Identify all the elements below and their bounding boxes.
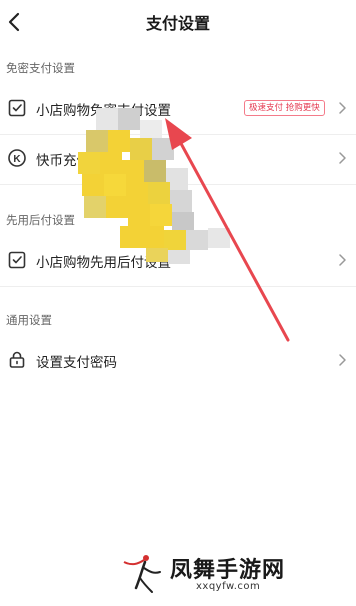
row-kuaibi-recharge[interactable]: K 快币充值 bbox=[0, 134, 356, 184]
row-set-password[interactable]: 设置支付密码 bbox=[0, 336, 356, 386]
section-title-paylater: 先用后付设置 bbox=[6, 213, 75, 227]
lock-icon bbox=[9, 351, 25, 368]
section-title-general: 通用设置 bbox=[6, 313, 52, 327]
row-label: 快币充值 bbox=[36, 153, 90, 169]
row-label: 小店购物免密支付设置 bbox=[36, 103, 171, 119]
speed-pay-badge: 极速支付 抢购更快 bbox=[244, 100, 325, 116]
header: 支付设置 bbox=[0, 0, 356, 44]
watermark-url: xxqyfw.com bbox=[196, 581, 261, 592]
kuaibi-coin-icon: K bbox=[8, 149, 26, 167]
chevron-right-icon bbox=[339, 102, 346, 114]
row-shop-paylater[interactable]: 小店购物先用后付设置 bbox=[0, 236, 356, 286]
watermark-text: 凤舞手游网 bbox=[170, 557, 286, 583]
chevron-right-icon bbox=[339, 152, 346, 164]
divider bbox=[0, 184, 356, 185]
row-label: 小店购物先用后付设置 bbox=[36, 255, 171, 271]
payment-settings-page: 支付设置 免密支付设置 小店购物免密支付设置 极速支付 抢购更快 K 快币充值 … bbox=[0, 0, 356, 606]
row-label: 设置支付密码 bbox=[36, 355, 117, 371]
divider bbox=[0, 286, 356, 287]
section-title-nopass: 免密支付设置 bbox=[6, 61, 75, 75]
chevron-right-icon bbox=[339, 354, 346, 366]
page-title: 支付设置 bbox=[145, 14, 210, 33]
chevron-right-icon bbox=[339, 254, 346, 266]
watermark-logo: 凤舞手游网 xxqyfw.com bbox=[118, 548, 348, 598]
shopping-bag-icon bbox=[8, 251, 26, 269]
dancing-figure-icon bbox=[123, 555, 161, 593]
svg-text:K: K bbox=[13, 154, 21, 165]
shopping-bag-icon bbox=[8, 99, 26, 117]
